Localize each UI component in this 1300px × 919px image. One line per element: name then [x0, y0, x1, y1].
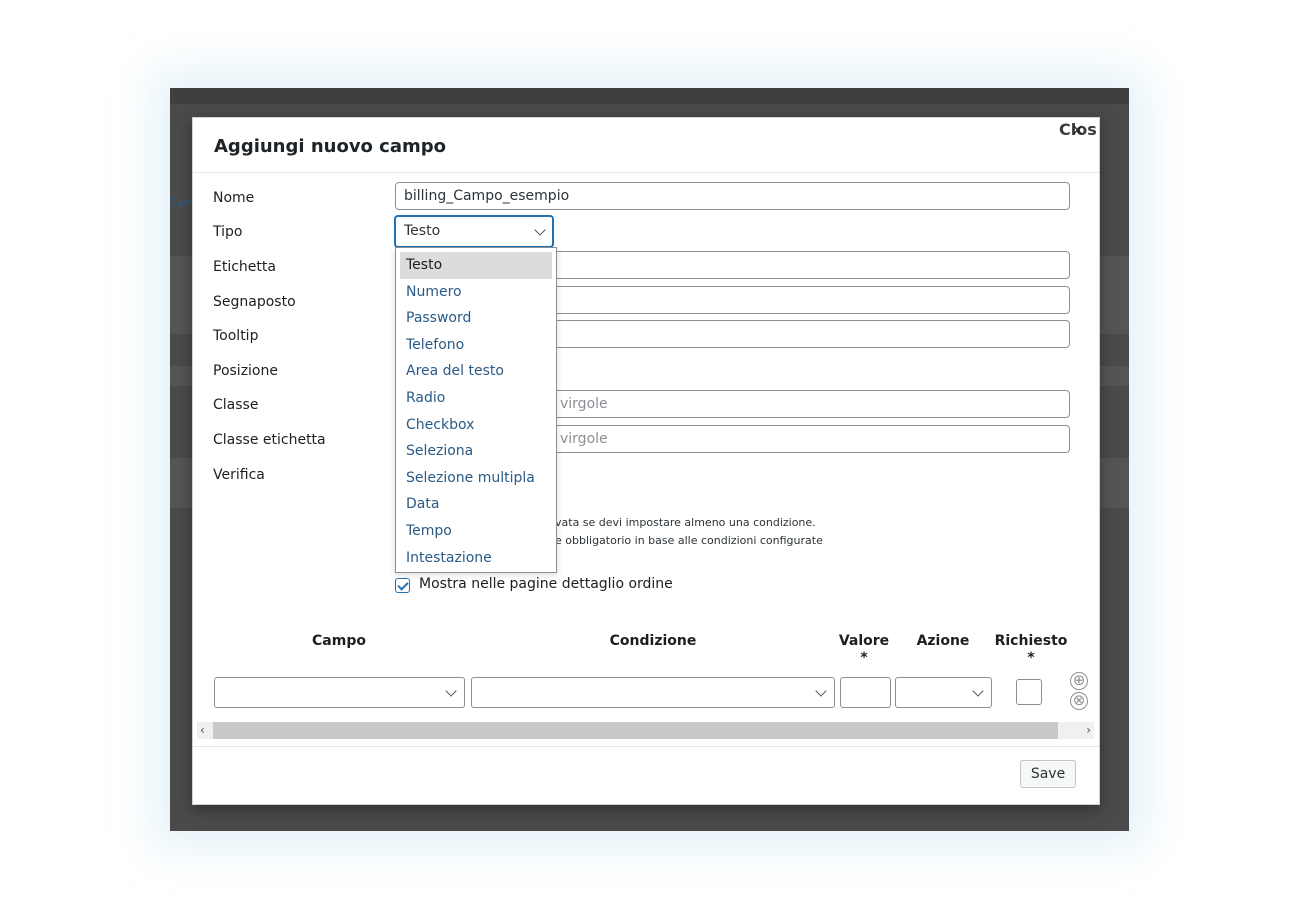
- th-valore-required: *: [860, 650, 868, 666]
- campo-select[interactable]: [214, 677, 465, 708]
- modal-overlay: Cam Close × Aggiungi nuovo campo Nome Ti…: [170, 88, 1129, 831]
- modal-title: Aggiungi nuovo campo: [214, 136, 447, 157]
- valore-input[interactable]: [840, 677, 891, 708]
- nome-input[interactable]: billing_Campo_esempio: [395, 182, 1070, 210]
- option-seleziona[interactable]: Seleziona: [400, 438, 552, 465]
- close-button[interactable]: Close ×: [1059, 120, 1097, 140]
- richiesto-checkbox[interactable]: [1016, 679, 1042, 705]
- option-data[interactable]: Data: [400, 491, 552, 518]
- classe-etichetta-label: Classe etichetta: [213, 432, 326, 448]
- footer-divider: [193, 746, 1099, 747]
- th-richiesto-label: Richiesto: [994, 633, 1068, 649]
- save-button[interactable]: Save: [1020, 760, 1076, 788]
- th-campo: Campo: [312, 633, 366, 649]
- nome-label: Nome: [213, 190, 255, 206]
- th-valore: Valore *: [833, 633, 895, 667]
- chevron-down-icon: [815, 685, 827, 697]
- option-telefono[interactable]: Telefono: [400, 332, 552, 359]
- th-richiesto-required: *: [1027, 650, 1035, 666]
- th-valore-label: Valore: [838, 633, 890, 649]
- option-testo[interactable]: Testo: [400, 252, 552, 279]
- tooltip-label: Tooltip: [213, 328, 259, 344]
- tipo-label: Tipo: [213, 224, 243, 240]
- horizontal-scrollbar[interactable]: ‹ ›: [197, 722, 1094, 739]
- tipo-dropdown-list: Testo Numero Password Telefono Area del …: [395, 247, 557, 573]
- chevron-down-icon: [534, 224, 546, 236]
- tipo-select-value: Testo: [404, 223, 441, 239]
- classe-placeholder: virgole: [560, 396, 608, 412]
- verifica-label: Verifica: [213, 467, 265, 483]
- segnaposto-label: Segnaposto: [213, 294, 296, 310]
- show-order-checkbox[interactable]: [395, 578, 410, 593]
- chevron-down-icon: [972, 685, 984, 697]
- option-tempo[interactable]: Tempo: [400, 518, 552, 545]
- th-condizione: Condizione: [609, 633, 697, 649]
- add-field-modal: Close × Aggiungi nuovo campo Nome Tipo E…: [192, 117, 1100, 805]
- required-note: e obbligatorio in base alle condizioni c…: [555, 534, 823, 547]
- background-header: [170, 88, 1129, 104]
- header-divider: [193, 172, 1099, 173]
- scrollbar-thumb[interactable]: [213, 722, 1058, 739]
- condition-note: vata se devi impostare almeno una condiz…: [555, 516, 816, 529]
- classe-etichetta-placeholder: virgole: [560, 431, 608, 447]
- scroll-right-icon[interactable]: ›: [1086, 722, 1091, 739]
- option-radio[interactable]: Radio: [400, 385, 552, 412]
- chevron-down-icon: [445, 685, 457, 697]
- condizione-select[interactable]: [471, 677, 835, 708]
- remove-condition-icon[interactable]: ⊗: [1070, 692, 1088, 710]
- scroll-left-icon[interactable]: ‹: [200, 722, 205, 739]
- th-azione: Azione: [916, 633, 970, 649]
- close-icon: ×: [1071, 120, 1085, 139]
- option-area-del-testo[interactable]: Area del testo: [400, 358, 552, 385]
- azione-select[interactable]: [895, 677, 992, 708]
- add-condition-icon[interactable]: ⊕: [1070, 672, 1088, 690]
- classe-label: Classe: [213, 397, 259, 413]
- th-richiesto: Richiesto *: [991, 633, 1071, 667]
- posizione-label: Posizione: [213, 363, 278, 379]
- show-order-label: Mostra nelle pagine dettaglio ordine: [419, 576, 673, 592]
- option-password[interactable]: Password: [400, 305, 552, 332]
- option-intestazione[interactable]: Intestazione: [400, 545, 552, 572]
- option-selezione-multipla[interactable]: Selezione multipla: [400, 465, 552, 492]
- option-checkbox[interactable]: Checkbox: [400, 412, 552, 439]
- etichetta-label: Etichetta: [213, 259, 276, 275]
- tipo-select[interactable]: Testo: [395, 216, 553, 247]
- option-numero[interactable]: Numero: [400, 279, 552, 306]
